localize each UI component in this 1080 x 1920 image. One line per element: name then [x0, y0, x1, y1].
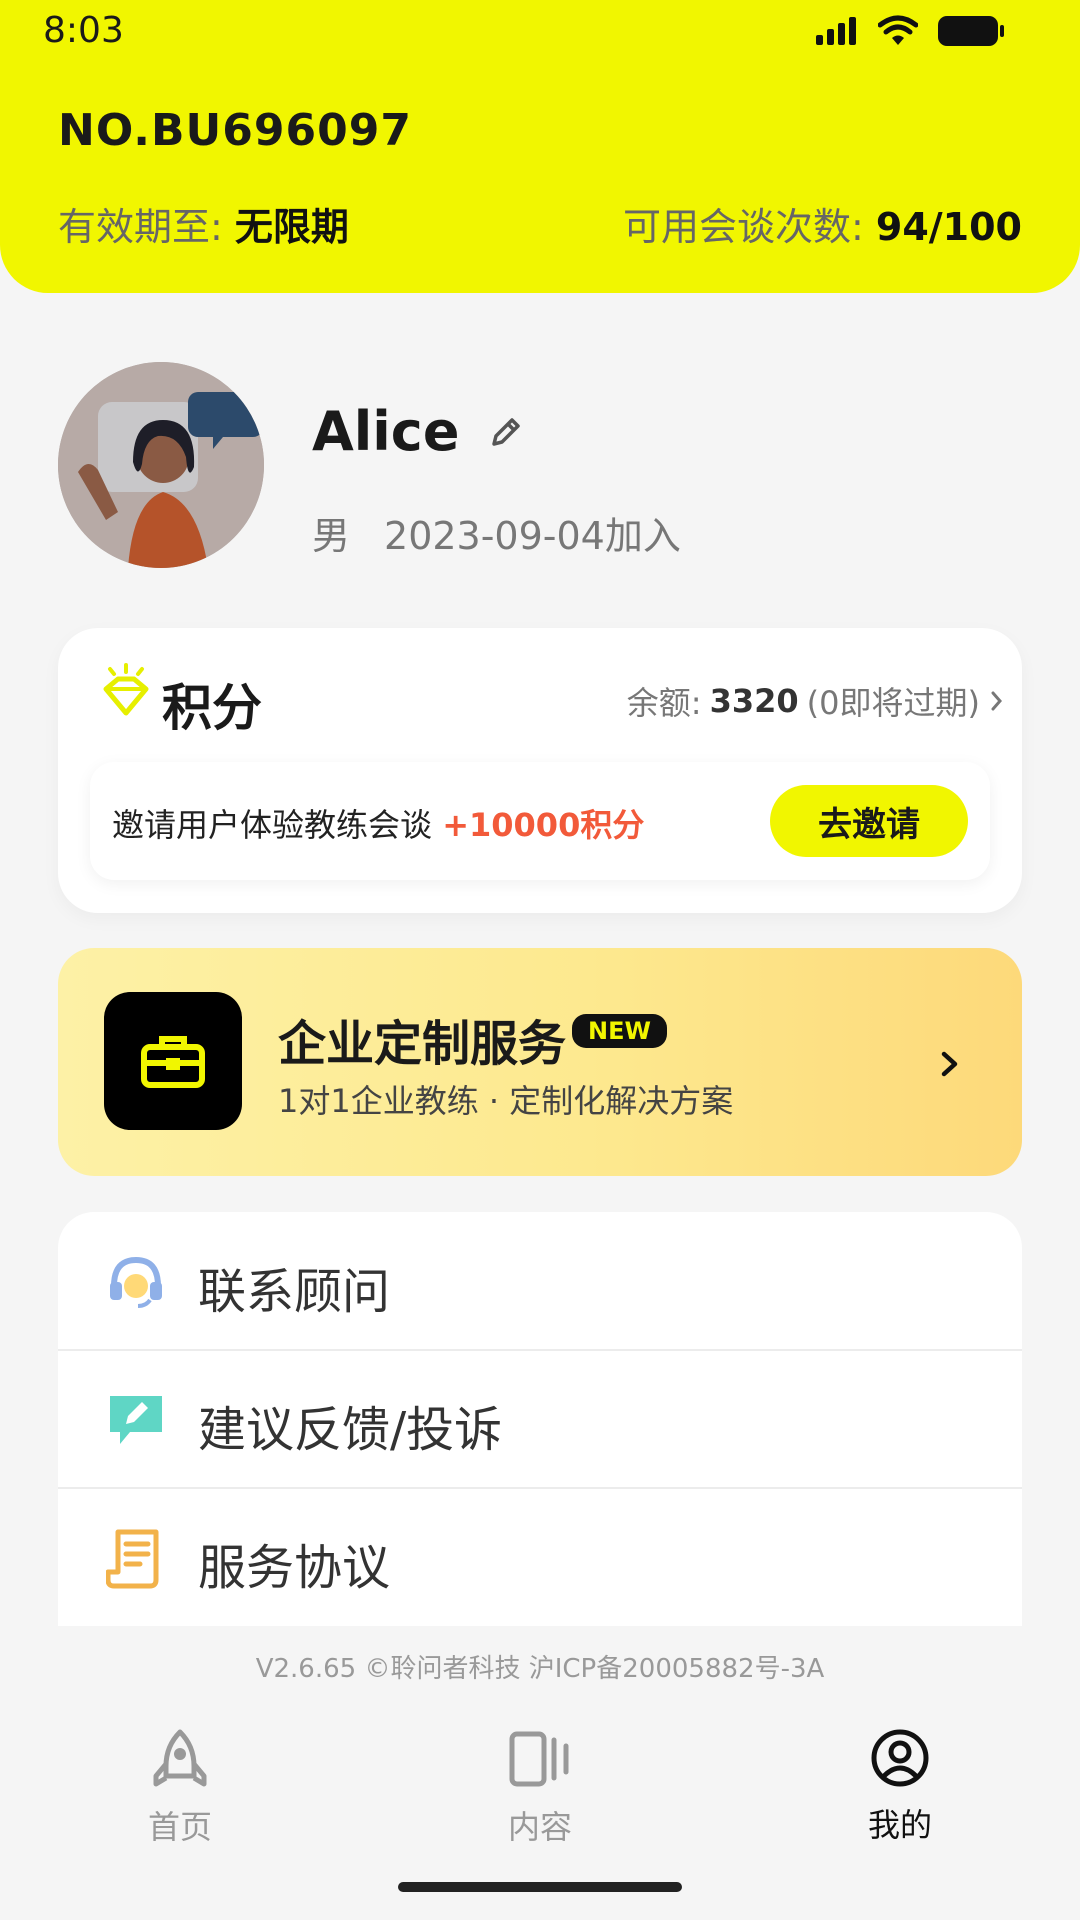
document-icon	[106, 1529, 159, 1589]
join-date: 2023-09-04加入	[384, 514, 681, 558]
invite-row: 邀请用户体验教练会谈 +10000积分 去邀请	[90, 762, 990, 880]
avatar-illustration	[58, 362, 264, 568]
menu-item-contact-advisor[interactable]: 联系顾问	[58, 1212, 1022, 1350]
status-time: 8:03	[43, 10, 124, 51]
briefcase-icon	[141, 1036, 205, 1088]
balance-note: (0即将过期)	[806, 684, 980, 722]
gender-label: 男	[312, 514, 351, 558]
status-icons	[814, 14, 1006, 48]
menu-label: 联系顾问	[198, 1264, 391, 1320]
profile-meta: 男 2023-09-04加入	[312, 505, 681, 560]
briefcase-icon-box	[104, 992, 242, 1130]
sessions-info: 可用会谈次数: 94/100	[623, 196, 1022, 251]
enterprise-service-banner[interactable]: 企业定制服务 NEW 1对1企业教练 · 定制化解决方案	[58, 948, 1022, 1176]
points-balance[interactable]: 余额: 3320 (0即将过期)	[627, 678, 1006, 724]
settings-menu: 联系顾问 建议反馈/投诉 服务协议	[58, 1212, 1022, 1626]
tab-content[interactable]: 内容	[450, 1728, 630, 1848]
enterprise-subtitle: 1对1企业教练 · 定制化解决方案	[278, 1082, 734, 1120]
enterprise-title: 企业定制服务	[278, 1016, 567, 1072]
invite-description: 邀请用户体验教练会谈	[112, 806, 443, 844]
user-icon	[871, 1729, 929, 1787]
validity-info: 有效期至: 无限期	[58, 196, 349, 251]
cards-icon	[509, 1731, 569, 1787]
member-number: NO.BU696097	[58, 105, 412, 156]
tab-label: 内容	[507, 1808, 572, 1846]
tab-label: 首页	[147, 1808, 212, 1846]
invite-bonus: +10000积分	[442, 806, 645, 844]
membership-header: 8:03 NO.BU696097 有效期至: 无限期 可用会谈次数: 94/10…	[0, 0, 1080, 293]
menu-label: 建议反馈/投诉	[198, 1402, 503, 1458]
tab-mine[interactable]: 我的	[810, 1728, 990, 1846]
menu-item-feedback[interactable]: 建议反馈/投诉	[58, 1350, 1022, 1488]
home-indicator[interactable]	[398, 1882, 682, 1892]
validity-label: 有效期至:	[58, 205, 235, 249]
points-title: 积分	[162, 679, 262, 737]
wifi-icon	[878, 15, 918, 45]
balance-value: 3320	[709, 682, 799, 720]
avatar[interactable]	[58, 362, 264, 568]
headset-icon	[110, 1256, 162, 1308]
chevron-right-icon	[941, 1051, 958, 1077]
tab-home[interactable]: 首页	[90, 1728, 270, 1848]
feedback-icon	[110, 1396, 162, 1444]
balance-label: 余额:	[626, 684, 702, 722]
battery-icon	[938, 16, 1004, 46]
invite-text: 邀请用户体验教练会谈 +10000积分	[112, 800, 644, 846]
invite-button[interactable]: 去邀请	[770, 785, 968, 857]
user-name: Alice	[312, 400, 460, 463]
signal-icon	[816, 17, 856, 45]
edit-icon[interactable]	[486, 412, 526, 452]
tab-label: 我的	[867, 1806, 932, 1844]
new-badge: NEW	[572, 1014, 667, 1048]
chevron-right-icon	[991, 691, 1002, 711]
menu-item-service-agreement[interactable]: 服务协议	[58, 1488, 1022, 1626]
sessions-label: 可用会谈次数:	[623, 205, 876, 249]
menu-label: 服务协议	[198, 1540, 391, 1596]
sessions-value: 94/100	[875, 205, 1022, 249]
diamond-icon	[103, 663, 149, 716]
rocket-icon	[153, 1729, 207, 1787]
validity-value: 无限期	[234, 205, 349, 249]
version-footer: V2.6.65 ©聆问者科技 沪ICP备20005882号-3A	[255, 1654, 825, 1684]
